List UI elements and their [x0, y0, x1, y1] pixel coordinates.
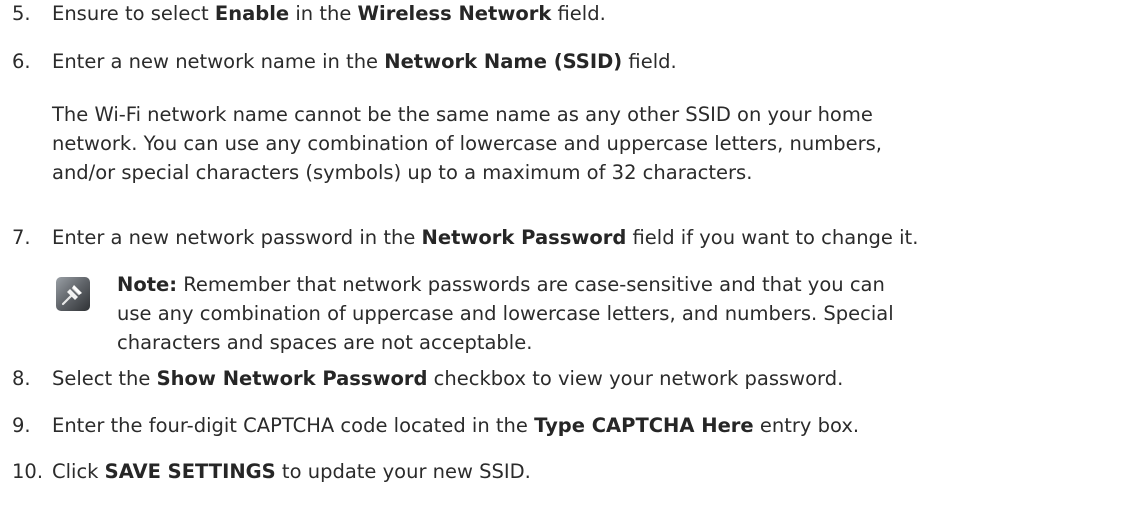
step-text: entry box. — [753, 414, 860, 437]
paragraph-line: and/or special characters (symbols) up t… — [52, 161, 753, 184]
step-number: 9. — [12, 414, 31, 437]
step-text: field if you want to change it. — [626, 226, 919, 249]
step-bold-term: Show Network Password — [156, 367, 428, 390]
step-bold-term: SAVE SETTINGS — [104, 460, 276, 483]
note-text: Remember that network passwords are case… — [177, 273, 885, 296]
note-line: characters and spaces are not acceptable… — [117, 331, 533, 354]
step-text: checkbox to view your network password. — [427, 367, 844, 390]
step-bold-term: Network Password — [421, 226, 627, 249]
step-text: Ensure to select — [52, 2, 215, 25]
step-text: field. — [551, 2, 606, 25]
pushpin-icon — [56, 277, 90, 311]
ssid-rules-paragraph: The Wi-Fi network name cannot be the sam… — [52, 103, 882, 185]
step-7: 7. Enter a new network password in the Ne… — [12, 226, 918, 250]
step-text: Select the — [52, 367, 157, 390]
step-text: Enter a new network name in the — [52, 50, 385, 73]
step-bold-term: Wireless Network — [357, 2, 552, 25]
instructions-document: 5. Ensure to select Enable in the Wireles… — [0, 0, 1147, 505]
note-line: Note: Remember that network passwords ar… — [117, 273, 894, 297]
step-5: 5. Ensure to select Enable in the Wireles… — [12, 2, 606, 26]
step-number: 7. — [12, 226, 31, 249]
step-number: 10. — [12, 460, 44, 483]
step-number: 5. — [12, 2, 31, 25]
step-text: Enter the four-digit CAPTCHA code locate… — [52, 414, 535, 437]
step-bold-term: Type CAPTCHA Here — [534, 414, 754, 437]
step-text: Enter a new network password in the — [52, 226, 422, 249]
step-text: Click — [52, 460, 105, 483]
step-text: to update your new SSID. — [275, 460, 531, 483]
step-bold-term: Network Name (SSID) — [384, 50, 623, 73]
step-number: 6. — [12, 50, 31, 73]
note-block: Note: Remember that network passwords ar… — [117, 273, 894, 355]
step-9: 9. Enter the four-digit CAPTCHA code loca… — [12, 414, 859, 438]
step-bold-term: Enable — [214, 2, 290, 25]
paragraph-line: The Wi-Fi network name cannot be the sam… — [52, 103, 873, 126]
step-10: 10. Click SAVE SETTINGS to update your ne… — [12, 460, 531, 484]
paragraph-line: network. You can use any combination of … — [52, 132, 882, 155]
step-6: 6. Enter a new network name in the Networ… — [12, 50, 677, 74]
note-label: Note: — [117, 273, 178, 296]
step-8: 8. Select the Show Network Password check… — [12, 367, 843, 391]
note-line: use any combination of uppercase and low… — [117, 302, 894, 325]
step-number: 8. — [12, 367, 31, 390]
step-text: in the — [289, 2, 358, 25]
step-text: field. — [622, 50, 677, 73]
